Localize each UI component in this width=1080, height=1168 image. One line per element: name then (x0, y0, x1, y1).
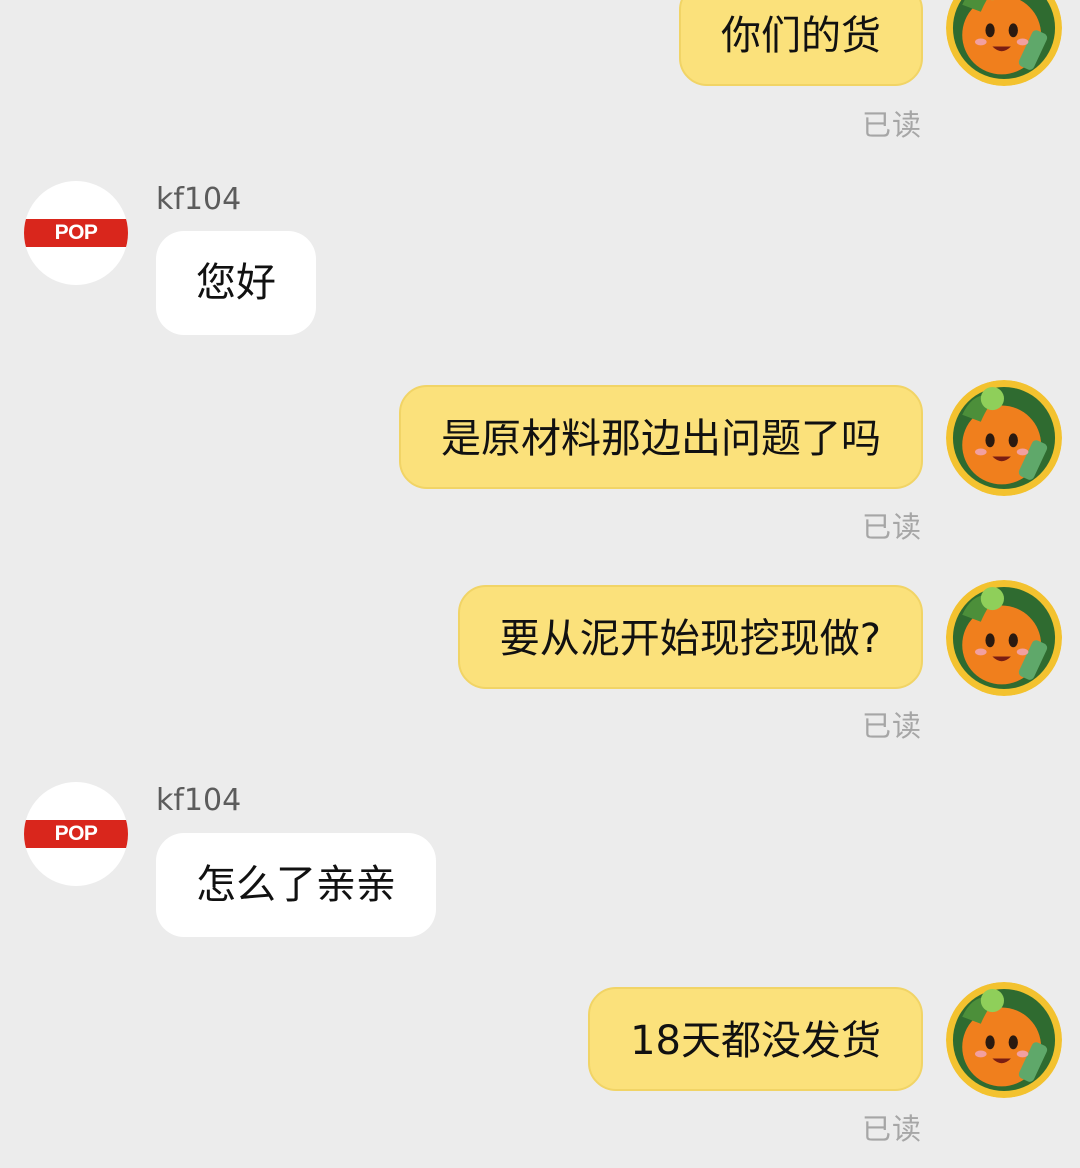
user-avatar[interactable] (946, 982, 1062, 1098)
user-avatar[interactable] (946, 0, 1062, 86)
user-avatar[interactable] (946, 380, 1062, 496)
message-text: 要从泥开始现挖现做? (499, 616, 881, 662)
read-status: 已读 (861, 510, 922, 544)
message-text: 是原材料那边出问题了吗 (441, 416, 881, 462)
pop-mart-logo: POP MART (24, 219, 128, 272)
message-bubble[interactable]: 18天都没发货 (588, 987, 923, 1091)
message-bubble[interactable]: 要从泥开始现挖现做? (457, 585, 923, 689)
read-status: 已读 (861, 108, 922, 142)
message-bubble[interactable]: 您好 (156, 231, 316, 335)
orange-mascot-icon (946, 982, 1062, 1098)
message-text: 18天都没发货 (630, 1018, 881, 1064)
sender-name: kf104 (156, 783, 242, 818)
orange-mascot-icon (946, 380, 1062, 496)
message-text: 你们的货 (721, 13, 881, 59)
read-status: 已读 (861, 709, 922, 743)
user-avatar[interactable] (946, 580, 1062, 696)
message-bubble[interactable]: 你们的货 (679, 0, 923, 86)
message-text: 怎么了亲亲 (196, 862, 396, 908)
pop-mart-logo: POP MART (24, 820, 128, 873)
message-bubble[interactable]: 是原材料那边出问题了吗 (399, 385, 923, 489)
read-status: 已读 (861, 1112, 922, 1146)
message-bubble[interactable]: 怎么了亲亲 (156, 833, 436, 937)
sender-name: kf104 (156, 182, 242, 217)
service-avatar[interactable]: POP MART (24, 181, 128, 285)
chat-conversation[interactable]: 你们的货 已读 POP MART kf104 您好 是原材料那边出问题了吗 已读… (0, 0, 1080, 1168)
orange-mascot-icon (946, 580, 1062, 696)
orange-mascot-icon (946, 0, 1062, 86)
message-text: 您好 (196, 260, 276, 306)
service-avatar[interactable]: POP MART (24, 782, 128, 886)
